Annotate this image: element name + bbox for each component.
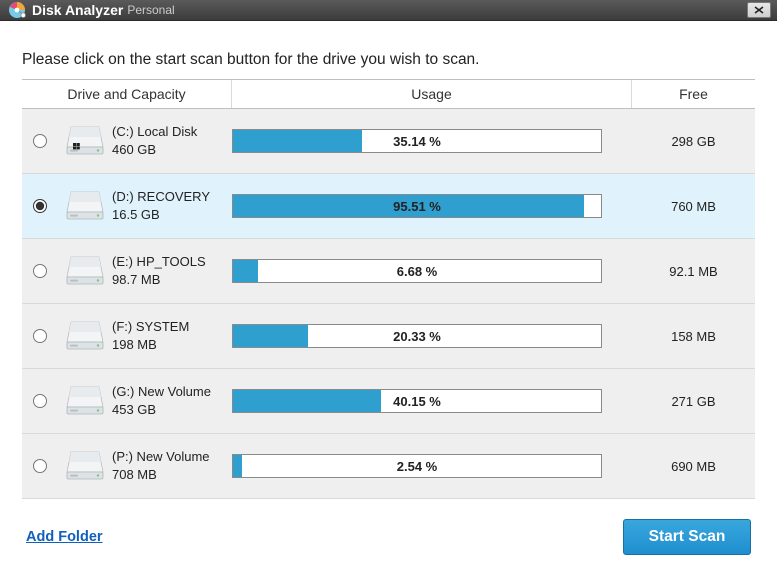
drive-radio[interactable] [33,459,47,473]
usage-pct: 40.15 % [233,390,601,412]
free-space: 690 MB [632,459,755,474]
drive-row[interactable]: (E:) HP_TOOLS98.7 MB6.68 % 92.1 MB [22,239,755,304]
free-space: 158 MB [632,329,755,344]
start-scan-button[interactable]: Start Scan [623,519,751,555]
drive-icon [58,190,112,222]
usage-pct: 2.54 % [233,455,601,477]
usage-cell: 95.51 % [232,194,632,218]
window: Disk Analyzer Personal Please click on t… [0,0,777,577]
col-usage: Usage [232,80,632,108]
drive-icon [58,125,112,157]
usage-cell: 2.54 % [232,454,632,478]
free-space: 271 GB [632,394,755,409]
drive-capacity: 453 GB [112,401,232,419]
free-space: 298 GB [632,134,755,149]
close-button[interactable] [747,2,771,18]
drive-radio[interactable] [33,394,47,408]
drive-radio[interactable] [33,264,47,278]
usage-bar: 35.14 % [232,129,602,153]
table-header: Drive and Capacity Usage Free [22,79,755,109]
usage-bar: 40.15 % [232,389,602,413]
drive-info: (P:) New Volume708 MB [112,448,232,483]
drive-icon [58,320,112,352]
drive-info: (C:) Local Disk460 GB [112,123,232,158]
col-free: Free [632,80,755,108]
col-drive: Drive and Capacity [22,80,232,108]
titlebar: Disk Analyzer Personal [0,0,777,21]
usage-bar: 95.51 % [232,194,602,218]
drive-info: (E:) HP_TOOLS98.7 MB [112,253,232,288]
usage-bar: 2.54 % [232,454,602,478]
content: Please click on the start scan button fo… [0,21,777,577]
drive-name: (P:) New Volume [112,448,232,466]
usage-bar: 20.33 % [232,324,602,348]
usage-cell: 35.14 % [232,129,632,153]
drive-name: (C:) Local Disk [112,123,232,141]
usage-pct: 95.51 % [233,195,601,217]
drive-radio[interactable] [33,199,47,213]
usage-pct: 6.68 % [233,260,601,282]
drive-name: (F:) SYSTEM [112,318,232,336]
drive-icon [58,450,112,482]
drive-capacity: 98.7 MB [112,271,232,289]
free-space: 92.1 MB [632,264,755,279]
usage-pct: 35.14 % [233,130,601,152]
drive-capacity: 198 MB [112,336,232,354]
footer: Add Folder Start Scan [22,499,755,577]
add-folder-link[interactable]: Add Folder [26,529,103,545]
usage-pct: 20.33 % [233,325,601,347]
drive-capacity: 16.5 GB [112,206,232,224]
usage-bar: 6.68 % [232,259,602,283]
drive-capacity: 460 GB [112,141,232,159]
drive-name: (E:) HP_TOOLS [112,253,232,271]
drive-radio[interactable] [33,134,47,148]
drive-icon [58,385,112,417]
drive-row[interactable]: (D:) RECOVERY16.5 GB95.51 % 760 MB [22,174,755,239]
drive-list: (C:) Local Disk460 GB35.14 % 298 GB (D:) R… [22,109,755,499]
app-icon [8,1,26,19]
close-icon [754,6,764,14]
drive-info: (G:) New Volume453 GB [112,383,232,418]
drive-row[interactable]: (P:) New Volume708 MB2.54 % 690 MB [22,434,755,499]
drive-name: (G:) New Volume [112,383,232,401]
free-space: 760 MB [632,199,755,214]
drive-capacity: 708 MB [112,466,232,484]
drive-radio[interactable] [33,329,47,343]
drive-name: (D:) RECOVERY [112,188,232,206]
drive-info: (D:) RECOVERY16.5 GB [112,188,232,223]
app-edition: Personal [127,3,174,17]
usage-cell: 20.33 % [232,324,632,348]
instruction-text: Please click on the start scan button fo… [22,51,755,69]
app-title: Disk Analyzer [32,2,123,18]
usage-cell: 40.15 % [232,389,632,413]
drive-icon [58,255,112,287]
usage-cell: 6.68 % [232,259,632,283]
drive-row[interactable]: (G:) New Volume453 GB40.15 % 271 GB [22,369,755,434]
drive-info: (F:) SYSTEM198 MB [112,318,232,353]
drive-row[interactable]: (C:) Local Disk460 GB35.14 % 298 GB [22,109,755,174]
drive-row[interactable]: (F:) SYSTEM198 MB20.33 % 158 MB [22,304,755,369]
